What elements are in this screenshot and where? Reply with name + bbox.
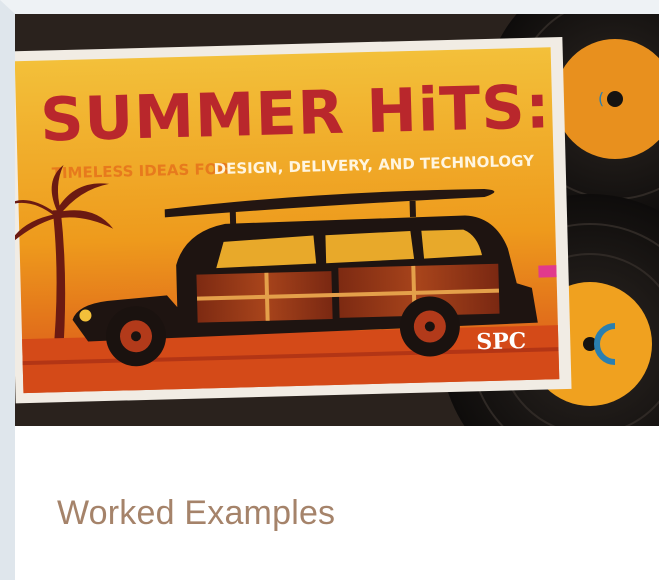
card-title[interactable]: Worked Examples [57,494,335,533]
card-image[interactable]: ( SUMMER HiTS: TIMELESS IDEAS FOR DESIGN… [15,14,659,426]
content-card[interactable]: ( SUMMER HiTS: TIMELESS IDEAS FOR DESIGN… [0,0,659,580]
poster-headline: SUMMER HiTS: [39,72,551,155]
poster: SUMMER HiTS: TIMELESS IDEAS FOR DESIGN, … [15,36,572,404]
spc-logo: SPC [476,328,527,355]
summer-hits-illustration: ( SUMMER HiTS: TIMELESS IDEAS FOR DESIGN… [15,14,659,426]
svg-text:(: ( [598,89,604,108]
